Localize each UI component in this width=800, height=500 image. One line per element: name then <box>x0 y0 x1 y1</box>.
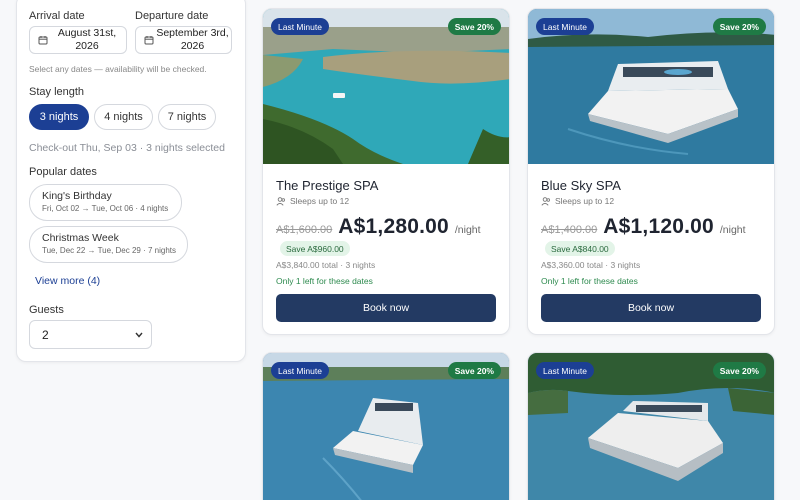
discount-badge: Save 20% <box>712 362 766 379</box>
discount-badge: Save 20% <box>447 362 501 379</box>
listing-title: The Prestige SPA <box>276 178 379 193</box>
availability-note: Only 1 left for these dates <box>541 276 638 286</box>
book-now-button[interactable]: Book now <box>541 294 761 322</box>
total-price: A$3,840.00 total · 3 nights <box>276 260 376 270</box>
popular-date-name: King's Birthday <box>42 190 112 202</box>
popular-date-detail: Fri, Oct 02 → Tue, Oct 06 · 4 nights <box>42 204 169 213</box>
price-unit: /night <box>719 224 746 236</box>
listing-title: Blue Sky SPA <box>541 178 621 193</box>
discounted-price: A$1,120.00 <box>603 215 714 238</box>
availability-note: Only 1 left for these dates <box>276 276 373 286</box>
guests-value: 2 <box>42 327 49 342</box>
original-price: A$1,400.00 <box>541 224 598 236</box>
arrival-date-value: August 31st, 2026 <box>57 27 117 52</box>
checkout-summary: Check-out Thu, Sep 03 · 3 nights selecte… <box>29 142 225 154</box>
popular-date-detail: Tue, Dec 22 → Tue, Dec 29 · 7 nights <box>42 246 176 255</box>
discounted-price: A$1,280.00 <box>338 215 449 238</box>
guests-icon <box>276 196 285 206</box>
last-minute-badge: Last Minute <box>536 18 594 35</box>
departure-date-field[interactable]: September 3rd, 2026 <box>135 26 232 54</box>
guests-icon <box>541 196 550 206</box>
guests-label: Guests <box>29 304 64 316</box>
popular-date-name: Christmas Week <box>42 232 119 244</box>
listing-card-blue-sky-spa: Last Minute Save 20% Blue Sky SPA Sleeps… <box>527 8 775 335</box>
total-price: A$3,360.00 total · 3 nights <box>541 260 641 270</box>
guests-select[interactable]: 2 <box>29 320 152 349</box>
date-hint: Select any dates — availability will be … <box>29 64 207 74</box>
sleeps-text: Sleeps up to 12 <box>555 196 615 206</box>
popular-date-christmas-week[interactable]: Christmas Week Tue, Dec 22 → Tue, Dec 29… <box>29 226 188 263</box>
departure-date-value: September 3rd, 2026 <box>156 27 229 52</box>
stay-option-4-nights[interactable]: 4 nights <box>94 104 153 130</box>
sleeps-info: Sleeps up to 12 <box>276 196 349 206</box>
view-more-dates-link[interactable]: View more (4) <box>35 275 100 287</box>
popular-dates-title: Popular dates <box>29 166 97 178</box>
stay-option-3-nights[interactable]: 3 nights <box>29 104 89 130</box>
last-minute-badge: Last Minute <box>271 362 329 379</box>
stay-length-title: Stay length <box>29 86 85 98</box>
discount-badge: Save 20% <box>712 18 766 35</box>
price-row: A$1,400.00 A$1,120.00 /night <box>541 215 746 239</box>
sleeps-text: Sleeps up to 12 <box>290 196 350 206</box>
savings-chip: Save A$840.00 <box>545 241 615 256</box>
discount-badge: Save 20% <box>447 18 501 35</box>
chevron-down-icon <box>135 332 143 338</box>
calendar-icon <box>144 36 154 45</box>
last-minute-badge: Last Minute <box>536 362 594 379</box>
listing-photo: Last Minute Save 20% <box>263 353 509 500</box>
listing-card-prestige-spa: Last Minute Save 20% The Prestige SPA Sl… <box>262 8 510 335</box>
listing-photo: Last Minute Save 20% <box>528 353 774 500</box>
price-row: A$1,600.00 A$1,280.00 /night <box>276 215 481 239</box>
arrival-label: Arrival date <box>29 10 85 22</box>
popular-date-kings-birthday[interactable]: King's Birthday Fri, Oct 02 → Tue, Oct 0… <box>29 184 182 221</box>
listing-card: Last Minute Save 20% <box>262 352 510 500</box>
listing-photo: Last Minute Save 20% <box>528 9 774 164</box>
savings-chip: Save A$960.00 <box>280 241 350 256</box>
stay-option-7-nights[interactable]: 7 nights <box>158 104 216 130</box>
price-unit: /night <box>454 224 481 236</box>
sleeps-info: Sleeps up to 12 <box>541 196 614 206</box>
original-price: A$1,600.00 <box>276 224 333 236</box>
listing-card: Last Minute Save 20% <box>527 352 775 500</box>
arrival-date-field[interactable]: August 31st, 2026 <box>29 26 127 54</box>
departure-label: Departure date <box>135 10 209 22</box>
calendar-icon <box>38 36 48 45</box>
listing-photo: Last Minute Save 20% <box>263 9 509 164</box>
last-minute-badge: Last Minute <box>271 18 329 35</box>
book-now-button[interactable]: Book now <box>276 294 496 322</box>
